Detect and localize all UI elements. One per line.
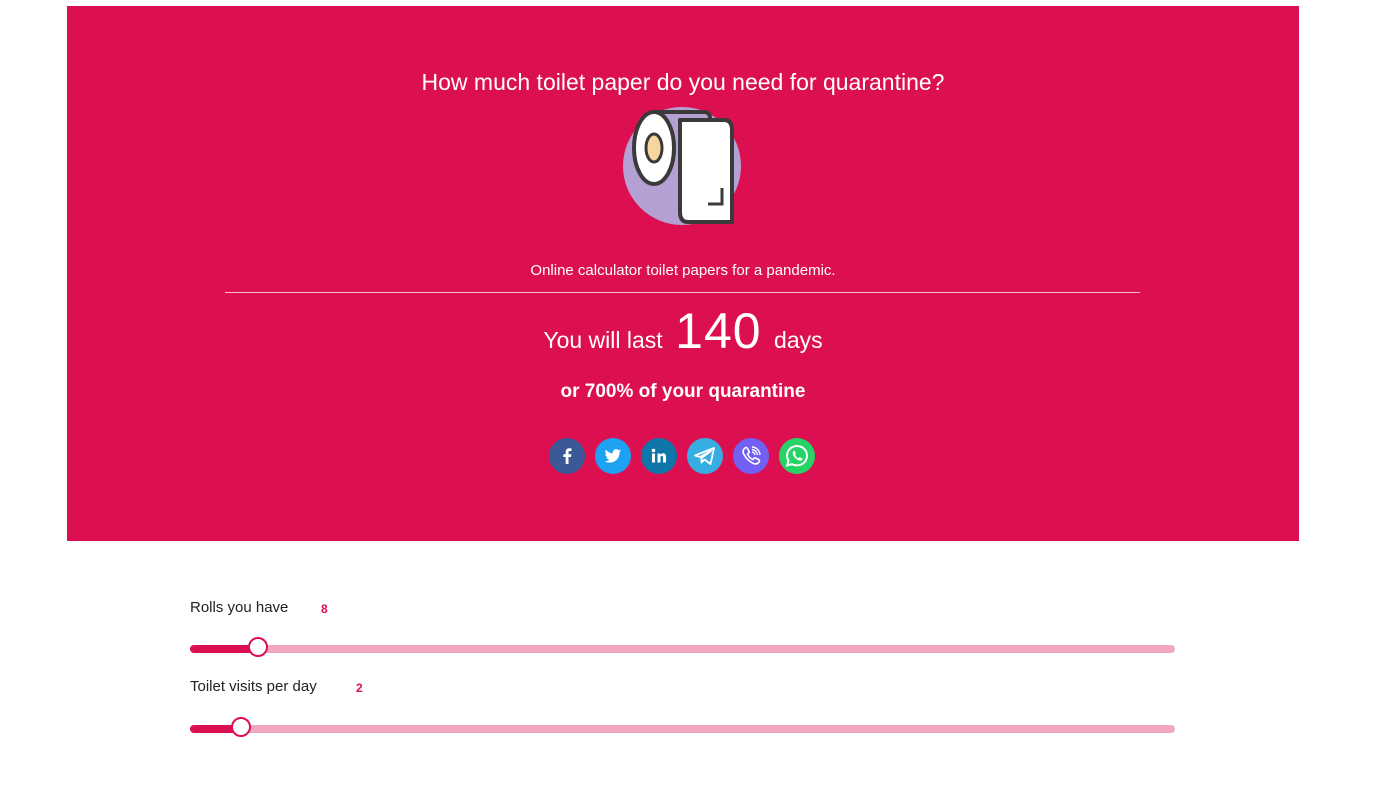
rolls-slider[interactable] xyxy=(190,637,1175,657)
result-line: You will last 140 days xyxy=(67,302,1299,360)
whatsapp-icon xyxy=(785,444,809,467)
telegram-share-button[interactable] xyxy=(687,438,723,474)
result-days-number: 140 xyxy=(675,303,762,359)
twitter-icon xyxy=(604,449,622,463)
rolls-label: Rolls you have xyxy=(190,599,289,616)
linkedin-share-button[interactable] xyxy=(641,438,677,474)
result-suffix: days xyxy=(774,327,823,353)
share-buttons xyxy=(549,438,815,474)
visits-slider-thumb[interactable] xyxy=(231,717,251,737)
result-percent: or 700% of your quarantine xyxy=(560,381,806,402)
result-prefix: You will last xyxy=(543,327,663,353)
facebook-icon xyxy=(563,448,572,464)
telegram-icon xyxy=(694,447,715,465)
visits-value: 2 xyxy=(356,681,363,695)
linkedin-icon xyxy=(651,448,666,463)
twitter-share-button[interactable] xyxy=(595,438,631,474)
whatsapp-share-button[interactable] xyxy=(779,438,815,474)
rolls-value: 8 xyxy=(321,602,328,616)
visits-label: Toilet visits per day xyxy=(190,678,317,695)
page-title: How much toilet paper do you need for qu… xyxy=(421,69,945,95)
visits-slider[interactable] xyxy=(190,717,1175,737)
rolls-slider-thumb[interactable] xyxy=(248,637,268,657)
viber-icon xyxy=(742,446,761,465)
facebook-share-button[interactable] xyxy=(549,438,585,474)
viber-share-button[interactable] xyxy=(733,438,769,474)
hero-subtitle: Online calculator toilet papers for a pa… xyxy=(530,262,836,279)
divider xyxy=(225,292,1140,293)
hero-panel: How much toilet paper do you need for qu… xyxy=(67,6,1299,541)
toilet-paper-icon xyxy=(622,104,746,228)
